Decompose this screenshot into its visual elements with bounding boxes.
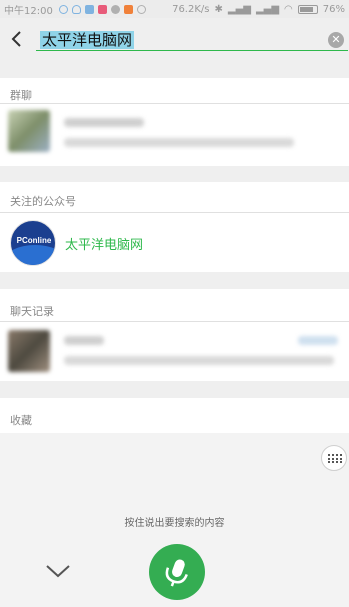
search-query: 太平洋电脑网 <box>40 31 135 49</box>
blurred-name <box>64 118 144 127</box>
blurred-name <box>64 336 104 345</box>
clear-icon: ✕ <box>331 33 341 46</box>
collapse-button[interactable] <box>44 560 72 580</box>
qq-icon <box>71 4 81 14</box>
keyboard-icon <box>328 454 342 463</box>
logo-arc <box>11 245 55 265</box>
chevron-down-icon <box>46 565 70 578</box>
section-title-chat-history: 聊天记录 <box>10 305 54 318</box>
official-account-avatar: PConline <box>10 220 56 266</box>
section-title-favorites: 收藏 <box>10 414 32 427</box>
blurred-message <box>64 138 294 147</box>
list-item[interactable] <box>8 104 298 154</box>
section-title-group-chats: 群聊 <box>10 89 32 102</box>
chevron-left-icon <box>11 31 21 47</box>
status-right: 76.2K/s ✱ ▂▄▆ ▂▄▆ ◠ 76% <box>172 4 345 15</box>
divider <box>0 321 349 322</box>
blurred-time <box>298 336 338 345</box>
app-icon <box>58 4 68 14</box>
back-button[interactable] <box>6 28 28 50</box>
wifi-icon: ◠ <box>284 3 293 15</box>
keyboard-button[interactable] <box>321 445 347 471</box>
signal-icon: ▂▄▆ <box>255 3 280 15</box>
notification-icons <box>58 4 146 14</box>
search-underline <box>36 50 348 51</box>
mic-button[interactable] <box>149 544 205 600</box>
battery-icon <box>297 4 318 14</box>
app-icon <box>136 4 146 14</box>
status-time: 中午12:00 <box>4 5 53 17</box>
section-title-official-accounts: 关注的公众号 <box>10 195 76 208</box>
app-icon <box>110 4 120 14</box>
avatar <box>8 110 50 152</box>
logo-text: PConline <box>16 236 52 245</box>
divider <box>0 212 349 213</box>
status-bar: 中午12:00 76.2K/s ✱ ▂▄▆ ▂▄▆ ◠ 76% <box>0 0 349 18</box>
voice-hint: 按住说出要搜索的内容 <box>124 518 225 529</box>
avatar <box>8 330 50 372</box>
list-item[interactable] <box>8 324 344 374</box>
search-input[interactable]: 太平洋电脑网 <box>40 30 320 50</box>
microphone-icon <box>165 559 188 587</box>
network-speed: 76.2K/s <box>172 3 210 15</box>
battery-percent: 76% <box>322 3 345 15</box>
clear-button[interactable]: ✕ <box>328 32 344 48</box>
blurred-message <box>64 356 334 365</box>
app-icon <box>97 4 107 14</box>
arrow-icon <box>84 4 94 14</box>
app-icon <box>123 4 133 14</box>
search-bar: 太平洋电脑网 ✕ <box>0 18 349 60</box>
favorites-section <box>0 398 349 434</box>
bluetooth-icon: ✱ <box>214 3 223 15</box>
official-account-name: 太平洋电脑网 <box>65 238 144 253</box>
signal-icon: ▂▄▆ <box>227 3 251 15</box>
